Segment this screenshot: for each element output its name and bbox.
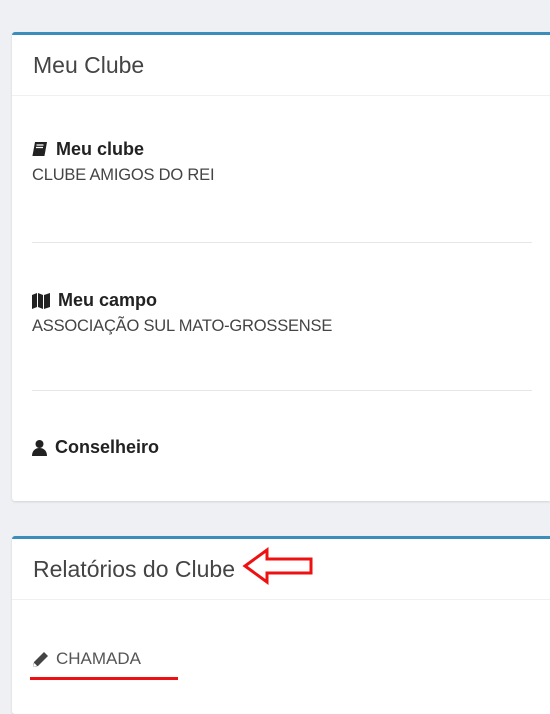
divider (32, 242, 532, 243)
info-label: Meu campo (58, 290, 158, 310)
info-value: CLUBE AMIGOS DO REI (32, 166, 215, 184)
relatorios-card: Relatórios do Clube CHAMADA (12, 536, 550, 714)
chamada-link[interactable]: CHAMADA (32, 649, 141, 669)
info-label: Conselheiro (55, 437, 160, 457)
arrow-left-annotation-icon (241, 546, 315, 592)
book-icon (32, 142, 48, 157)
meu-clube-card: Meu Clube Meu clube CLUBE AMIGOS DO REI … (12, 32, 550, 501)
info-meu-clube: Meu clube CLUBE AMIGOS DO REI (32, 139, 215, 185)
map-icon (32, 292, 50, 309)
user-icon (32, 439, 47, 456)
card-title: Meu Clube (12, 35, 550, 96)
chamada-label: CHAMADA (56, 649, 142, 668)
pencil-icon (32, 651, 49, 668)
card-header: Relatórios do Clube (12, 539, 550, 600)
annotation-underline (30, 677, 178, 680)
info-value: ASSOCIAÇÃO SUL MATO-GROSSENSE (32, 317, 333, 335)
info-meu-campo: Meu campo ASSOCIAÇÃO SUL MATO-GROSSENSE (32, 290, 332, 336)
info-conselheiro: Conselheiro (32, 437, 159, 458)
info-label: Meu clube (56, 139, 145, 159)
card-title: Relatórios do Clube (33, 555, 236, 582)
divider (32, 390, 532, 391)
